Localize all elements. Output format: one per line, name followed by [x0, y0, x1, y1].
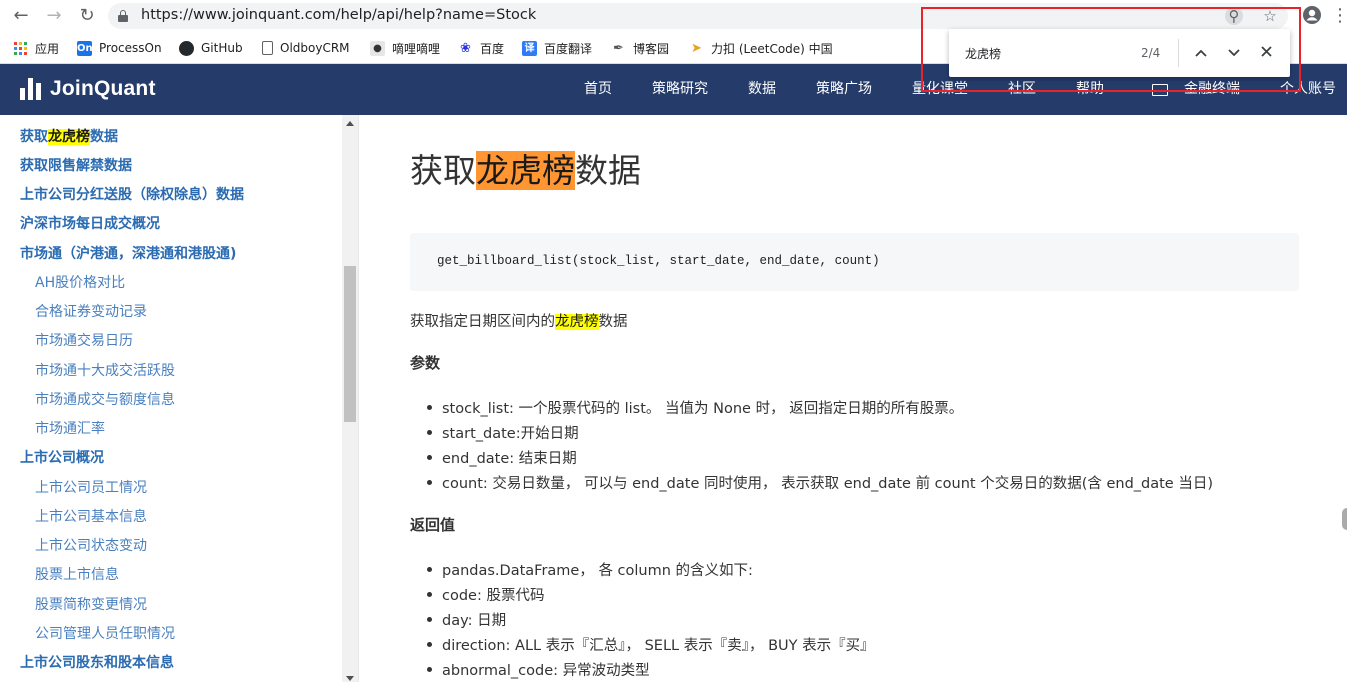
baidu-translate-icon: 译 [522, 40, 537, 56]
nav-strategy-square[interactable]: 策略广场 [816, 64, 872, 115]
nav-data[interactable]: 数据 [748, 64, 776, 115]
api-content: 获取龙虎榜数据 get_billboard_list(stock_list, s… [359, 115, 1347, 682]
sidebar-item-billboard[interactable]: 获取龙虎榜数据 [20, 126, 118, 146]
sidebar-item-daily-turnover[interactable]: 沪深市场每日成交概况 [20, 213, 160, 233]
sidebar-item-connect-calendar[interactable]: 市场通交易日历 [35, 330, 133, 350]
param-item: stock_list: 一个股票代码的 list。 当值为 None 时， 返回… [426, 397, 963, 418]
description-text-part: 数据 [598, 314, 628, 330]
sidebar-item-label: 获取 [20, 129, 48, 145]
brand-name: JoinQuant [50, 77, 156, 100]
joinquant-logo[interactable]: JoinQuant [20, 77, 156, 101]
sidebar-item-basic-info[interactable]: 上市公司基本信息 [35, 506, 147, 526]
bookmark-baidu-translate[interactable]: 译 百度翻译 [522, 39, 592, 57]
annotation-highlight-box [921, 7, 1301, 92]
menu-kebab-icon[interactable]: ⋮ [1331, 5, 1347, 27]
api-sidebar: 获取龙虎榜数据 获取限售解禁数据 上市公司分红送股（除权除息）数据 沪深市场每日… [0, 115, 342, 682]
title-text: 数据 [575, 151, 641, 190]
bookmark-label: 百度 [480, 41, 505, 56]
param-item: end_date: 结束日期 [427, 447, 577, 468]
description-text: 获取指定日期区间内的龙虎榜数据 [410, 310, 628, 331]
bookmark-label: 百度翻译 [544, 41, 593, 56]
page-title: 获取龙虎榜数据 [410, 144, 641, 192]
profile-avatar-icon[interactable] [1301, 5, 1323, 27]
sidebar-item-name-change[interactable]: 股票简称变更情况 [35, 594, 147, 614]
sidebar-item-top-active[interactable]: 市场通十大成交活跃股 [35, 360, 175, 380]
param-item: count: 交易日数量， 可以与 end_date 同时使用， 表示获取 en… [427, 472, 1213, 493]
bookmark-leetcode[interactable]: ➤ 力扣 (LeetCode) 中国 [689, 39, 834, 57]
url-text[interactable]: https://www.joinquant.com/help/api/help?… [141, 7, 536, 23]
processon-icon: On [77, 40, 93, 56]
sidebar-item-exchange-rate[interactable]: 市场通汇率 [35, 418, 105, 438]
title-text: 获取 [410, 151, 476, 190]
bookmark-label: 嘀哩嘀哩 [392, 41, 441, 56]
sidebar-item-label: 数据 [90, 129, 118, 145]
return-item: direction: ALL 表示『汇总』， SELL 表示『卖』， BUY 表… [427, 634, 875, 655]
return-item: abnormal_code: 异常波动类型 [427, 659, 650, 680]
sidebar-item-employees[interactable]: 上市公司员工情况 [35, 477, 147, 497]
reload-icon[interactable]: ↻ [76, 5, 98, 27]
sidebar-item-lockup-release[interactable]: 获取限售解禁数据 [20, 155, 132, 175]
bookmark-label: GitHub [201, 41, 243, 55]
forward-icon[interactable]: → [43, 5, 65, 27]
apps-grid-icon [13, 41, 28, 56]
joinquant-logo-icon [20, 78, 43, 100]
return-item: code: 股票代码 [426, 584, 544, 605]
active-search-match: 龙虎榜 [476, 151, 575, 190]
bookmark-processon[interactable]: On ProcessOn [77, 39, 162, 57]
github-icon [179, 40, 194, 56]
param-item: start_date:开始日期 [427, 422, 579, 443]
bookmark-apps[interactable]: 应用 [13, 39, 59, 57]
return-item: pandas.DataFrame， 各 column 的含义如下: [427, 559, 753, 580]
baidu-paw-icon: ❀ [460, 40, 471, 56]
bookmark-label: OldboyCRM [280, 41, 350, 55]
bookmark-github[interactable]: GitHub [179, 39, 243, 57]
sidebar-item-company-overview[interactable]: 上市公司概况 [20, 447, 104, 467]
bookmark-label: 应用 [35, 41, 60, 56]
bookmark-cnblogs[interactable]: ✒ 博客园 [611, 39, 669, 57]
bookmark-baidu[interactable]: ❀ 百度 [458, 39, 504, 57]
dilidili-icon: ● [370, 40, 385, 56]
sidebar-item-ah-compare[interactable]: AH股价格对比 [35, 272, 125, 292]
bookmark-label: ProcessOn [99, 41, 162, 55]
sidebar-item-eligible-securities[interactable]: 合格证券变动记录 [35, 301, 147, 321]
nav-strategy-research[interactable]: 策略研究 [652, 64, 708, 115]
sidebar-item-management[interactable]: 公司管理人员任职情况 [35, 623, 175, 643]
sidebar-item-status-change[interactable]: 上市公司状态变动 [35, 535, 147, 555]
feedback-tab[interactable] [1342, 508, 1347, 530]
sidebar-item-listing-info[interactable]: 股票上市信息 [35, 564, 119, 584]
back-icon[interactable]: ← [10, 5, 32, 27]
bookmark-label: 力扣 (LeetCode) 中国 [711, 41, 833, 56]
function-signature: get_billboard_list(stock_list, start_dat… [437, 254, 880, 268]
sidebar-scrollbar[interactable] [342, 115, 358, 682]
scroll-down-icon[interactable] [346, 676, 354, 681]
page-icon [262, 41, 273, 55]
return-item: day: 日期 [426, 609, 506, 630]
lock-icon [118, 10, 128, 22]
description-text-part: 获取指定日期区间内的 [410, 314, 555, 330]
search-match-highlight: 龙虎榜 [48, 129, 90, 145]
search-match-highlight: 龙虎榜 [555, 314, 599, 330]
nav-home[interactable]: 首页 [584, 64, 612, 115]
bookmark-dilidili[interactable]: ● 嘀哩嘀哩 [370, 39, 440, 57]
cnblogs-icon: ✒ [613, 40, 624, 56]
sidebar-item-stock-connect[interactable]: 市场通（沪港通，深港通和港股通) [20, 243, 236, 263]
leetcode-icon: ➤ [691, 40, 702, 56]
bookmark-oldboycrm[interactable]: OldboyCRM [262, 39, 350, 57]
params-heading: 参数 [410, 354, 441, 372]
sidebar-item-dividends[interactable]: 上市公司分红送股（除权除息）数据 [20, 184, 244, 204]
sidebar-item-shareholders[interactable]: 上市公司股东和股本信息 [20, 652, 174, 672]
returns-heading: 返回值 [410, 516, 456, 534]
scrollbar-thumb[interactable] [344, 266, 356, 422]
bookmark-label: 博客园 [633, 41, 670, 56]
sidebar-item-quota-info[interactable]: 市场通成交与额度信息 [35, 389, 175, 409]
scroll-up-icon[interactable] [346, 121, 354, 126]
code-block: get_billboard_list(stock_list, start_dat… [410, 233, 1299, 291]
